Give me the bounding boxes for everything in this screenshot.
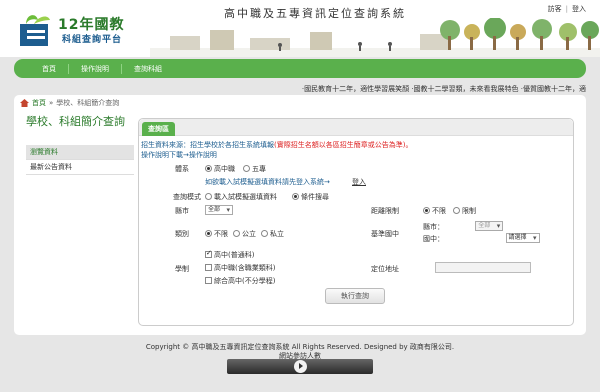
manual-download-link[interactable]: 操作說明下載→操作說明 <box>141 150 217 160</box>
breadcrumb: 首頁 » 學校、科組簡介查詢 <box>20 98 119 108</box>
breadcrumb-home[interactable]: 首頁 <box>32 98 46 108</box>
category-option-public[interactable]: 公立 <box>233 229 256 239</box>
distance-option-label: 限制 <box>462 207 476 215</box>
sidebar-menu: 瀏覽資料 最新公告資料 <box>26 145 134 175</box>
system-type-option-label: 綜合高中(不分學程) <box>214 277 276 285</box>
distance-option-limit[interactable]: 限制 <box>453 206 476 216</box>
link-separator: | <box>565 5 568 13</box>
distance-label: 距離限制 <box>371 207 399 215</box>
system-type-option-label: 高中職(含職業類科) <box>214 264 276 272</box>
radio-icon <box>453 207 460 214</box>
system-label: 體系 <box>175 165 189 173</box>
mode-option-label: 條件搜尋 <box>301 193 329 201</box>
media-player <box>227 359 373 374</box>
main-content: 首頁 » 學校、科組簡介查詢 學校、科組簡介查詢 瀏覽資料 最新公告資料 查詢區… <box>14 95 586 335</box>
breadcrumb-separator: » <box>49 99 54 107</box>
category-label: 類別 <box>175 230 189 238</box>
mode-option-label: 載入試模擬選填資料 <box>214 193 277 201</box>
nav-item-manual[interactable]: 操作說明 <box>69 63 122 74</box>
notice-warning: (實際招生名額以各區招生簡章或公告為準)。 <box>274 141 413 149</box>
nav-item-home[interactable]: 首頁 <box>30 63 69 74</box>
page-title: 學校、科組簡介查詢 <box>26 115 125 128</box>
source-notice: 招生資料來源：招生學校於各招生系統填報(實際招生名額以各區招生簡章或公告為準)。 <box>141 140 412 150</box>
mode-option-condition[interactable]: 條件搜尋 <box>292 192 329 202</box>
login-link[interactable]: 登入 <box>572 4 586 14</box>
category-option-any[interactable]: 不限 <box>205 229 228 239</box>
radio-selected-icon <box>205 230 212 237</box>
system-type-label: 學制 <box>175 265 189 273</box>
sidebar-item-announcements[interactable]: 最新公告資料 <box>26 160 134 175</box>
play-icon[interactable] <box>294 360 307 373</box>
base-school-field-label: 國中： <box>423 235 444 243</box>
category-option-label: 不限 <box>214 230 228 238</box>
radio-icon <box>261 230 268 237</box>
home-icon <box>20 99 29 107</box>
mode-option-import[interactable]: 載入試模擬選填資料 <box>205 192 277 202</box>
checkbox-icon <box>205 277 212 284</box>
header-illustration <box>150 18 600 57</box>
system-type-option-label: 高中(普通科) <box>214 251 255 259</box>
radio-icon <box>243 165 250 172</box>
top-links: 訪客 | 登入 <box>548 4 586 14</box>
base-school-select[interactable]: 請選擇 <box>505 233 540 243</box>
system-option-label: 五專 <box>252 165 266 173</box>
radio-selected-icon <box>292 193 299 200</box>
system-type-option-comprehensive[interactable]: 綜合高中(不分學程) <box>205 276 275 286</box>
import-notice: 如欲載入試模擬選填資料請先登入系統→ <box>205 178 330 186</box>
system-type-option-vocational[interactable]: 高中職(含職業類科) <box>205 263 275 273</box>
base-county-label: 縣市： <box>423 223 444 231</box>
logo-icon <box>20 15 50 46</box>
location-label: 定位地址 <box>371 265 399 273</box>
visitor-link[interactable]: 訪客 <box>548 4 562 14</box>
tab-search[interactable]: 查詢區 <box>142 122 175 136</box>
system-type-option-general[interactable]: 高中(普通科) <box>205 249 255 260</box>
distance-option-unlimited[interactable]: 不限 <box>423 206 446 216</box>
logo-title: 12年國教 <box>58 17 125 33</box>
checkbox-checked-icon <box>205 249 212 258</box>
notice-text: 招生資料來源：招生學校於各招生系統填報 <box>141 141 274 149</box>
category-option-private[interactable]: 私立 <box>261 229 284 239</box>
category-option-label: 公立 <box>242 230 256 238</box>
sidebar-item-browse[interactable]: 瀏覽資料 <box>26 145 134 160</box>
checkbox-icon <box>205 264 212 271</box>
radio-icon <box>233 230 240 237</box>
location-address-input[interactable] <box>435 262 531 273</box>
county-label: 縣市 <box>175 207 189 215</box>
radio-selected-icon <box>205 165 212 172</box>
base-county-select[interactable]: 全部 <box>475 221 504 231</box>
radio-icon <box>205 193 212 200</box>
county-select[interactable]: 全部 <box>205 205 234 215</box>
panel-header: 查詢區 <box>139 119 573 136</box>
distance-option-label: 不限 <box>432 207 446 215</box>
search-panel: 查詢區 招生資料來源：招生學校於各招生系統填報(實際招生名額以各區招生簡章或公告… <box>138 118 574 326</box>
system-option-label: 高中職 <box>214 165 235 173</box>
system-option-jc[interactable]: 五專 <box>243 164 266 174</box>
execute-query-button[interactable]: 執行查詢 <box>325 288 385 304</box>
radio-selected-icon <box>423 207 430 214</box>
category-option-label: 私立 <box>270 230 284 238</box>
main-nav: 首頁 操作說明 查詢科組 <box>14 59 586 78</box>
breadcrumb-current: 學校、科組簡介查詢 <box>56 99 120 107</box>
logo-subtitle: 科組查詢平台 <box>62 35 123 45</box>
base-school-label: 基準國中 <box>371 230 399 238</box>
system-option-hs[interactable]: 高中職 <box>205 164 235 174</box>
nav-item-search[interactable]: 查詢科組 <box>122 64 174 74</box>
import-login-link[interactable]: 登入 <box>352 177 366 187</box>
site-header: 12年國教 科組查詢平台 高中職及五專資訊定位查詢系統 訪客 | 登入 <box>0 0 600 57</box>
mode-label: 查詢模式 <box>173 193 201 201</box>
